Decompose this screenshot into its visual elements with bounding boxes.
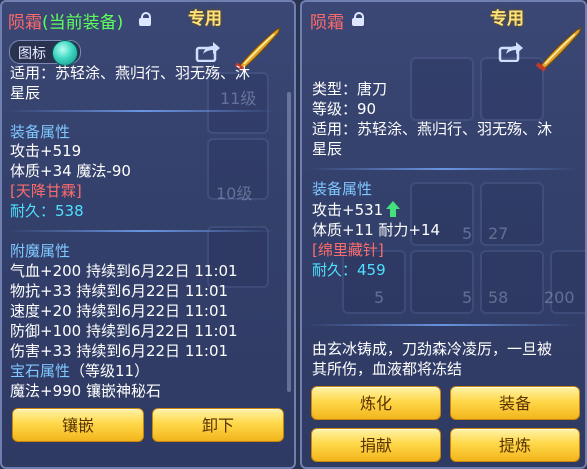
extract-button[interactable]: 提炼 [450, 428, 580, 462]
equip-button[interactable]: 装备 [450, 386, 580, 420]
durability-label: 耐久： [10, 202, 56, 220]
ghost-level-text: 11级 [220, 89, 257, 108]
enchant-line: 伤害+33 持续到6月22日 11:01 [10, 342, 229, 360]
up-arrow-icon [386, 201, 401, 217]
current-equipped-tag: (当前装备) [42, 13, 124, 33]
ghost-count-text: 200 [544, 288, 575, 307]
enchant-line: 速度+20 持续到6月22日 11:01 [10, 302, 229, 320]
gem-value: 魔法+990 镶嵌神秘石 [10, 382, 161, 400]
item-name: 陨霜 [8, 13, 42, 33]
ghost-count-text: 5 [462, 288, 473, 307]
description-line: 由玄冰铸成，刀劲森冷凌厉，一旦被 [312, 340, 553, 358]
durability: 耐久：538 [10, 202, 84, 220]
donate-button[interactable]: 捐献 [311, 428, 441, 462]
enchant-attrs-header: 附魔属性 [10, 242, 71, 260]
durability-label: 耐久： [312, 261, 358, 279]
physique-stat: 体质+11 耐力+14 [312, 221, 441, 239]
share-icon[interactable] [498, 40, 524, 62]
description-line: 其所伤，血液都将冻结 [312, 360, 463, 378]
divider [8, 110, 278, 112]
special-effect: [天降甘霖] [10, 182, 82, 200]
ghost-level-text: 10级 [216, 184, 253, 203]
applies-text-cont: 星辰 [312, 140, 343, 158]
gem-attrs-header: 宝石属性（等级11） [10, 362, 149, 380]
share-icon[interactable] [195, 40, 221, 62]
applies-text: 适用：苏轻涂、燕归行、羽无殇、沐 [10, 64, 251, 82]
item-title: 陨霜 [310, 8, 344, 33]
attack-stat: 攻击+519 [10, 142, 82, 160]
applies-text: 适用：苏轻涂、燕归行、羽无殇、沐 [312, 120, 553, 138]
durability: 耐久：459 [312, 261, 386, 279]
inventory-slot-ghost [410, 57, 474, 121]
blade-icon [535, 26, 582, 72]
exclusive-badge: 专用 [188, 9, 222, 29]
attack-value: 攻击+531 [312, 201, 384, 219]
icon-toggle[interactable]: 图标 [9, 40, 81, 66]
item-name: 陨霜 [310, 13, 344, 33]
current-equipment-panel: 11级 10级 陨霜(当前装备) 专用 图标 适用：苏轻涂、燕归行、羽无殇、沐 … [0, 0, 296, 469]
physique-stat: 体质+34 魔法-90 [10, 162, 131, 180]
ghost-count-text: 58 [488, 288, 509, 307]
ghost-count-text: 5 [374, 288, 385, 307]
gem-header-label: 宝石属性 [10, 362, 71, 380]
inlay-button[interactable]: 镶嵌 [12, 408, 144, 442]
ghost-count-text: 5 [462, 224, 473, 243]
equip-attrs-header: 装备属性 [312, 180, 373, 198]
unequip-button[interactable]: 卸下 [152, 408, 284, 442]
special-effect: [绵里藏针] [312, 241, 384, 259]
divider [308, 324, 578, 326]
attack-stat: 攻击+531 [312, 201, 401, 219]
applies-text-cont: 星辰 [10, 84, 41, 102]
lock-icon[interactable] [352, 12, 364, 26]
enchant-line: 气血+200 持续到6月22日 11:01 [10, 262, 238, 280]
toggle-knob [52, 40, 78, 66]
lock-icon[interactable] [139, 12, 151, 26]
divider [8, 230, 278, 232]
scrollbar[interactable] [287, 92, 291, 392]
gem-level: （等级11） [70, 362, 150, 380]
item-title: 陨霜(当前装备) [8, 8, 123, 33]
equip-attrs-header: 装备属性 [10, 123, 71, 141]
icon-toggle-label: 图标 [18, 46, 46, 62]
durability-value: 538 [55, 202, 84, 220]
ghost-count-text: 27 [488, 224, 509, 243]
level-text: 等级：90 [312, 100, 377, 118]
enchant-line: 防御+100 持续到6月22日 11:01 [10, 322, 238, 340]
type-text: 类型：唐刀 [312, 80, 388, 98]
exclusive-badge: 专用 [490, 9, 524, 29]
enchant-line: 物抗+33 持续到6月22日 11:01 [10, 282, 229, 300]
compare-equipment-panel: 27 5 58 200 5 5 陨霜 专用 类型：唐刀 等级：90 适用：苏轻涂… [300, 0, 587, 469]
divider [308, 168, 578, 170]
refine-button[interactable]: 炼化 [311, 386, 441, 420]
durability-value: 459 [357, 261, 386, 279]
